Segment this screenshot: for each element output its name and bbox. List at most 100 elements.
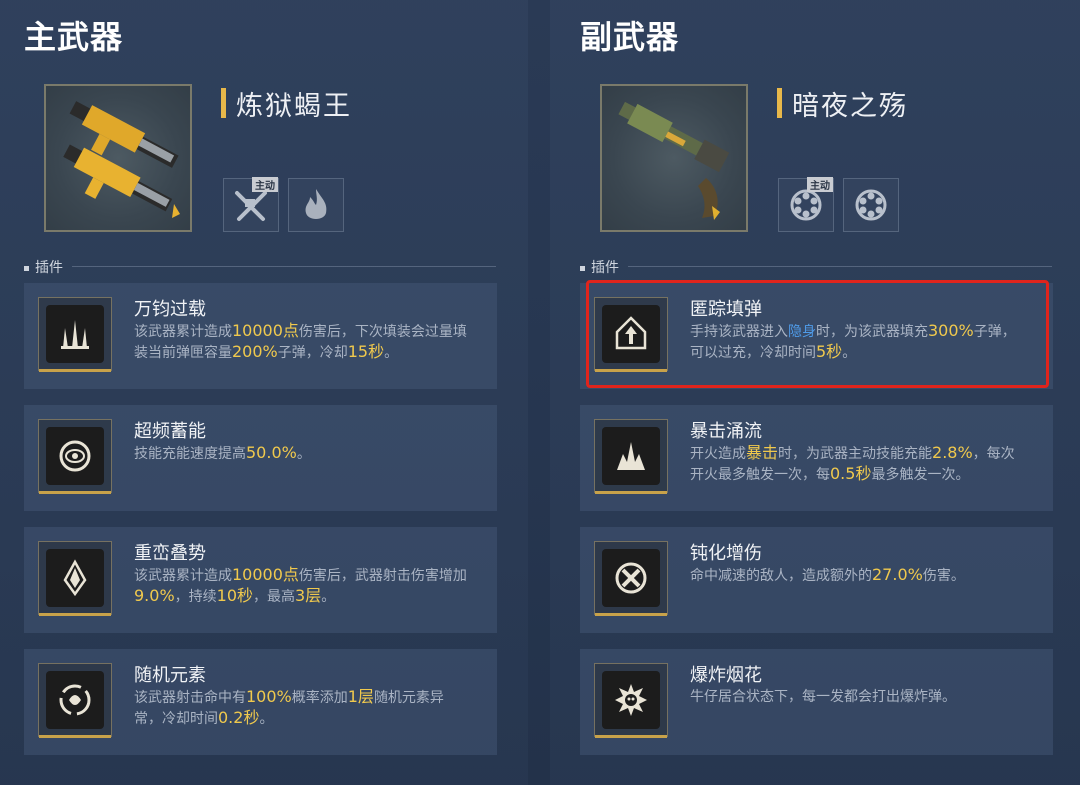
name-accent-bar xyxy=(777,88,782,118)
burst-spikes-icon xyxy=(617,442,645,470)
desc-text: 。 xyxy=(321,589,336,605)
highlighted-value: 15秒 xyxy=(347,342,385,361)
mod-title: 暴击涌流 xyxy=(690,421,762,442)
mod-description: 该武器累计造成10000点伤害后，下次填装会过量填装当前弹匣容量200%子弹，冷… xyxy=(134,321,471,363)
mod-description: 手持该武器进入隐身时，为该武器填充300%子弹，可以过充，冷却时间5秒。 xyxy=(690,321,1027,363)
triple-flame-icon xyxy=(61,320,89,349)
mod-icon-frame xyxy=(38,419,112,494)
desc-text: 。 xyxy=(259,711,274,727)
highlighted-value: 隐身 xyxy=(788,324,816,340)
secondary-weapon-image[interactable] xyxy=(600,84,748,232)
primary-weapon-name: 炼狱蝎王 xyxy=(236,91,352,122)
secondary-weapon-name: 暗夜之殇 xyxy=(792,91,908,122)
desc-text: 概率添加 xyxy=(291,690,348,706)
highlighted-value: 50.0% xyxy=(246,443,297,462)
golden-rifle-icon xyxy=(63,101,180,218)
mod-description: 该武器射击命中有100%概率添加1层随机元素异常，冷却时间0.2秒。 xyxy=(134,687,471,729)
desc-text: 最多触发一次。 xyxy=(871,467,970,483)
name-accent-bar xyxy=(221,88,226,118)
highlighted-value: 10000点 xyxy=(232,565,299,584)
plugins-label: 插件 xyxy=(580,257,619,277)
vortex-eye-icon xyxy=(59,440,91,472)
desc-text: ，持续 xyxy=(174,589,217,605)
mod-title: 超频蓄能 xyxy=(134,421,206,442)
desc-text: ，最高 xyxy=(253,589,296,605)
desc-text: 。 xyxy=(842,345,857,361)
mod-description: 技能充能速度提高50.0%。 xyxy=(134,443,471,464)
mod-description: 该武器累计造成10000点伤害后，武器射击伤害增加 9.0%，持续10秒，最高3层… xyxy=(134,565,471,607)
highlighted-value: 2.8% xyxy=(932,443,973,462)
highlighted-value: 200% xyxy=(232,342,278,361)
desc-text: 。 xyxy=(296,446,311,462)
primary-passive-skill[interactable] xyxy=(288,178,344,232)
desc-text: 时，为武器主动技能充能 xyxy=(778,446,933,462)
primary-weapon-image[interactable] xyxy=(44,84,192,232)
desc-text: 命中减速的敌人，造成额外的 xyxy=(690,568,872,584)
active-tag: 主动 xyxy=(252,177,278,192)
mod-card[interactable]: 随机元素 该武器射击命中有100%概率添加1层随机元素异常，冷却时间0.2秒。 xyxy=(24,649,497,755)
secondary-weapon-panel: 副武器 暗夜之殇 主动 插件 匿踪填弹 手持该武器进入隐身时，为该武器填充300… xyxy=(550,0,1080,785)
revolver-cylinder-icon xyxy=(855,189,887,221)
secondary-passive-skill[interactable] xyxy=(843,178,899,232)
desc-text: 该武器累计造成 xyxy=(134,324,232,340)
desc-text: 该武器累计造成 xyxy=(134,568,232,584)
secondary-title: 副武器 xyxy=(580,18,680,56)
desc-text: 牛仔居合状态下，每一发都会打出爆炸弹。 xyxy=(690,689,956,705)
desc-text: 技能充能速度提高 xyxy=(134,446,246,462)
highlighted-value: 10000点 xyxy=(232,321,299,340)
highlighted-value: 3层 xyxy=(295,586,322,605)
desc-text: 手持该武器进入 xyxy=(690,324,788,340)
active-tag: 主动 xyxy=(807,177,833,192)
plugins-label: 插件 xyxy=(24,257,63,277)
primary-active-skill[interactable]: 主动 xyxy=(223,177,279,232)
flame-icon xyxy=(305,189,327,219)
mod-title: 匿踪填弹 xyxy=(690,299,762,320)
mod-description: 牛仔居合状态下，每一发都会打出爆炸弹。 xyxy=(690,687,1027,707)
primary-title: 主武器 xyxy=(24,18,124,56)
desc-text: 伤害后，武器射击伤害增加 xyxy=(298,568,467,584)
mod-icon-frame xyxy=(594,419,668,494)
highlighted-value: 9.0% xyxy=(134,586,175,605)
primary-weapon-panel: 主武器 炼狱蝎王 主动 插件 万钧过载 该武器累计造成10000点伤害后，下次填… xyxy=(0,0,528,785)
secondary-active-skill[interactable]: 主动 xyxy=(778,177,834,232)
mod-title: 钝化增伤 xyxy=(690,543,762,564)
mod-card[interactable]: 超频蓄能 技能充能速度提高50.0%。 xyxy=(24,405,497,511)
explosion-skull-icon xyxy=(615,684,647,716)
mod-title: 万钧过载 xyxy=(134,299,206,320)
mod-icon-frame xyxy=(594,541,668,616)
mod-description: 命中减速的敌人，造成额外的27.0%伤害。 xyxy=(690,565,1027,586)
mod-icon-frame xyxy=(38,541,112,616)
mod-card[interactable]: 匿踪填弹 手持该武器进入隐身时，为该武器填充300%子弹，可以过充，冷却时间5秒… xyxy=(580,283,1053,389)
section-divider xyxy=(72,266,496,267)
highlighted-value: 27.0% xyxy=(872,565,923,584)
highlighted-value: 300% xyxy=(928,321,974,340)
highlighted-value: 100% xyxy=(246,687,292,706)
crystal-peak-icon xyxy=(63,559,87,597)
mod-icon-frame xyxy=(594,663,668,738)
highlighted-value: 1层 xyxy=(347,687,374,706)
mod-icon-frame xyxy=(38,663,112,738)
mod-card[interactable]: 爆炸烟花 牛仔居合状态下，每一发都会打出爆炸弹。 xyxy=(580,649,1053,755)
desc-text: 伤害。 xyxy=(922,568,965,584)
mod-description: 开火造成暴击时，为武器主动技能充能2.8%，每次开火最多触发一次，每0.5秒最多… xyxy=(690,443,1027,485)
mod-title: 爆炸烟花 xyxy=(690,665,762,686)
mod-icon-frame xyxy=(38,297,112,372)
section-divider xyxy=(628,266,1052,267)
revolver-icon xyxy=(618,101,730,220)
hooded-arrow-icon xyxy=(615,316,647,350)
desc-text: 。 xyxy=(384,345,399,361)
element-swirl-icon xyxy=(59,684,91,716)
mod-title: 随机元素 xyxy=(134,665,206,686)
mod-card[interactable]: 万钧过载 该武器累计造成10000点伤害后，下次填装会过量填装当前弹匣容量200… xyxy=(24,283,497,389)
mod-card[interactable]: 钝化增伤 命中减速的敌人，造成额外的27.0%伤害。 xyxy=(580,527,1053,633)
highlighted-value: 5秒 xyxy=(816,342,843,361)
desc-text: 时，为该武器填充 xyxy=(816,324,928,340)
desc-text: 子弹，冷却 xyxy=(277,345,348,361)
highlighted-value: 10秒 xyxy=(216,586,254,605)
highlighted-value: 0.5秒 xyxy=(830,464,872,483)
mod-icon-frame xyxy=(594,297,668,372)
mod-card[interactable]: 重峦叠势 该武器累计造成10000点伤害后，武器射击伤害增加 9.0%，持续10秒… xyxy=(24,527,497,633)
mod-title: 重峦叠势 xyxy=(134,543,206,564)
highlighted-value: 暴击 xyxy=(746,443,779,462)
mod-card[interactable]: 暴击涌流 开火造成暴击时，为武器主动技能充能2.8%，每次开火最多触发一次，每0… xyxy=(580,405,1053,511)
